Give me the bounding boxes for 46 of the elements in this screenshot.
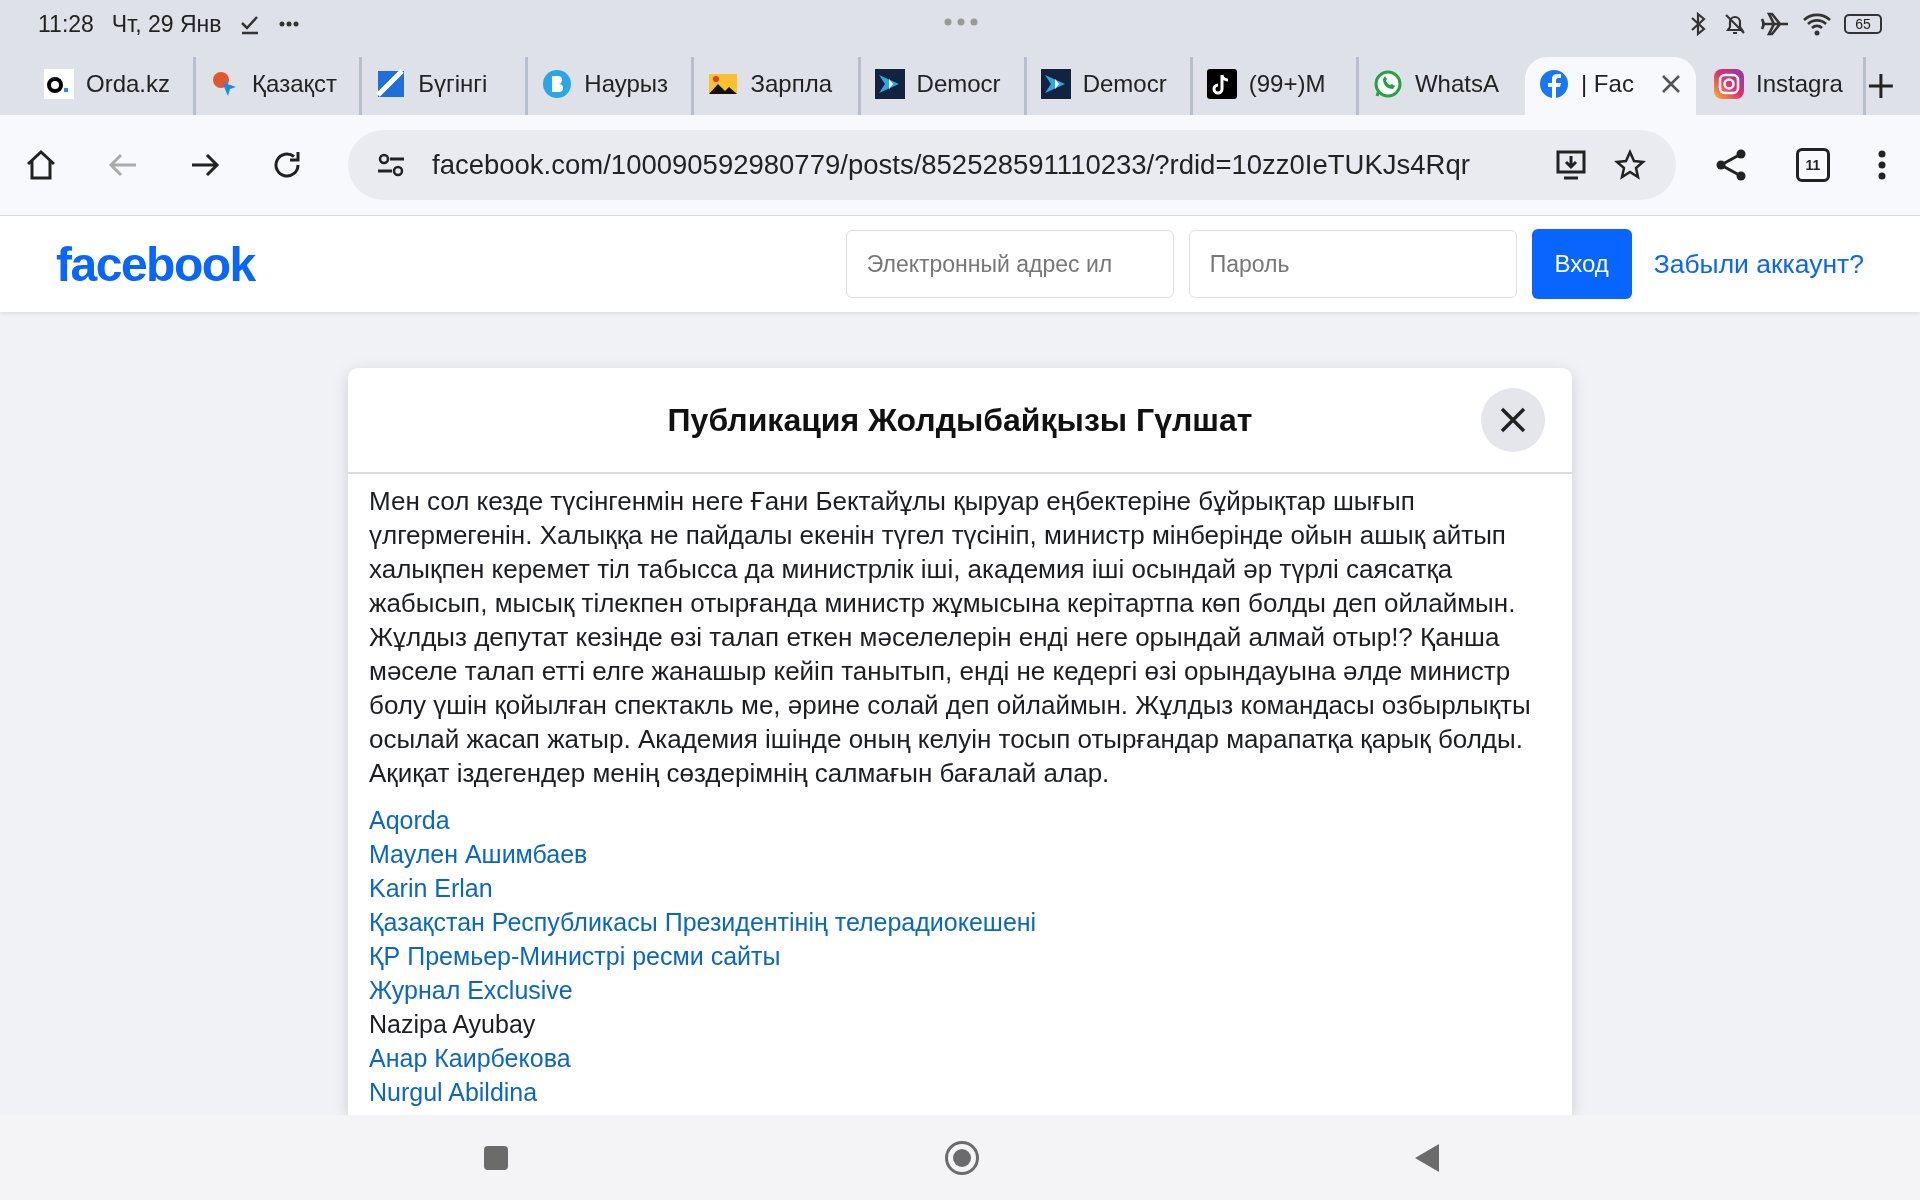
- o-logo-icon: [44, 69, 74, 99]
- post-text: Мен сол кезде түсінгенмін неге Ғани Бектайұлы қыруар еңбектеріне бұйрықтар шығып үлгермегенін. Халыққа не пайдалы екенін түгел түсініп, министр мінберінде ойын ашық айтып халықпен керемет тіл табысса да министрлік іші, академия іші осындай әр түрлі саясатқа жабысып, мысық тілекпен отырғанда министр жұмысына керітартпа көп болды деп ойлаймын. Жұлдыз депутат кезінде өзі талап еткен мәселелерін енді неге орындай алмай отыр!? Қанша мәселе талап етті елге жанашыр кейіп танытып, енді не кедергі өзі орындауына әлде министр болу үшін қойылған спектакль ме, әрине солай деп ойлаймын. Жұлдыз командасы озбырлықты осылай жасап жатыр. Академия ішінде оның келуін тосып отырғандар марапатқа қарық болды. Ақиқат іздегендер менің сөздерімнің салмағын бағалай алар.: [369, 485, 1532, 790]
- tag-link[interactable]: ҚР Премьер-Министрі ресми сайты: [369, 939, 781, 973]
- dialog-title: Публикация Жолдыбайқызы Гүлшат: [667, 401, 1253, 439]
- f-circle-icon: [1538, 69, 1569, 99]
- camera-icon: [1714, 69, 1745, 99]
- forgot-account-link[interactable]: Забыли аккаунт?: [1653, 248, 1864, 280]
- password-field[interactable]: Пароль: [1188, 230, 1517, 298]
- more-icon: [279, 21, 300, 27]
- email-field[interactable]: Электронный адрес ил: [845, 230, 1174, 298]
- tag-text: Nazipa Ayubay: [369, 1009, 536, 1040]
- b-circle-icon: [542, 69, 573, 99]
- battery-level: 65: [1844, 14, 1882, 34]
- tag-link[interactable]: Журнал Exclusive: [369, 973, 573, 1007]
- tag-link[interactable]: Қазақстан Республикасы Президентінің телерадиокешені: [369, 905, 1037, 939]
- tag-link[interactable]: Aqorda: [369, 803, 450, 837]
- music-note-icon: [1206, 69, 1237, 99]
- download-icon[interactable]: [1554, 148, 1588, 182]
- home-icon[interactable]: [24, 148, 58, 182]
- arrow-logo-icon: [874, 69, 905, 99]
- browser-tab[interactable]: WhatsA: [1358, 57, 1525, 115]
- stripe-icon: [376, 69, 407, 99]
- tag-link[interactable]: Karin Erlan: [369, 871, 493, 905]
- home-circle-icon[interactable]: [943, 1139, 980, 1176]
- login-button[interactable]: Вход: [1531, 229, 1632, 299]
- menu-icon[interactable]: [1878, 150, 1886, 180]
- browser-tab[interactable]: | Fac: [1524, 57, 1697, 115]
- square-icon[interactable]: [483, 1144, 509, 1171]
- clock-time: 11:28: [38, 10, 94, 38]
- share-icon[interactable]: [1714, 148, 1748, 182]
- tag-link[interactable]: Маулен Ашимбаев: [369, 837, 588, 871]
- facebook-logo[interactable]: facebook: [56, 236, 255, 292]
- wifi-icon: [1802, 11, 1832, 37]
- new-tab-icon[interactable]: [1866, 71, 1896, 101]
- close-icon: [1499, 406, 1527, 434]
- star-icon[interactable]: [1614, 149, 1646, 181]
- close-icon[interactable]: [1660, 73, 1683, 95]
- tag-link[interactable]: Анар Каирбекова: [369, 1041, 571, 1075]
- airplane-icon: [1760, 11, 1790, 37]
- drag-handle-icon: [944, 18, 978, 26]
- tab-count-button[interactable]: 11: [1796, 148, 1830, 182]
- arrow-logo-icon: [1040, 69, 1071, 99]
- tag-link[interactable]: Nurgul Abildina: [369, 1075, 538, 1109]
- chat-phone-icon: [1372, 69, 1403, 99]
- back-triangle-icon[interactable]: [1414, 1142, 1440, 1173]
- date-text: Чт, 29 Янв: [111, 10, 222, 38]
